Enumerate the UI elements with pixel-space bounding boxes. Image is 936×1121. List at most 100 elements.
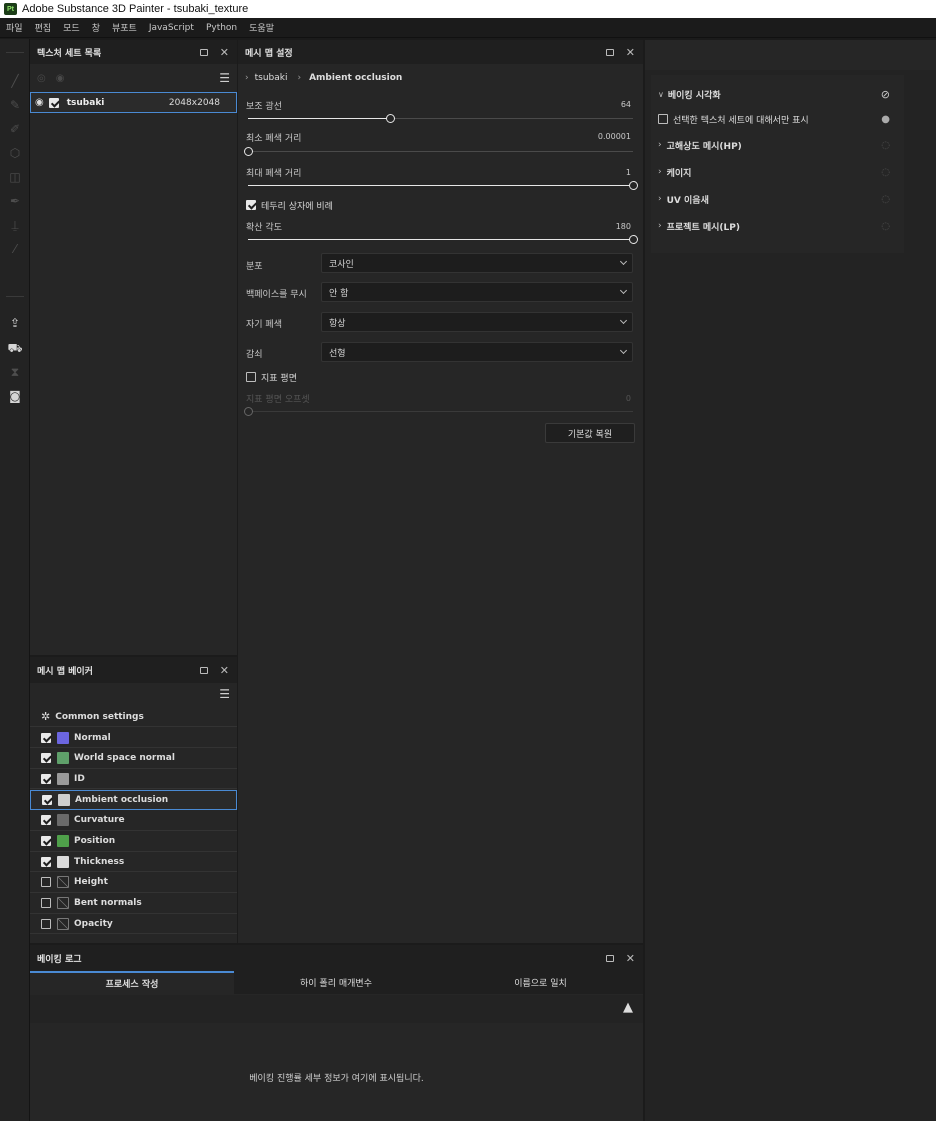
texture-set-checkbox[interactable] — [48, 97, 59, 108]
dock-icon[interactable] — [605, 954, 614, 962]
smudge-icon[interactable]: ✒ — [7, 193, 23, 209]
ground-plane-option[interactable]: 지표 평면 — [238, 367, 643, 387]
tab-high-poly[interactable]: 하이 폴리 매개변수 — [234, 971, 438, 994]
close-icon[interactable]: ✕ — [626, 46, 635, 59]
map-enable-checkbox[interactable] — [41, 918, 51, 929]
map-enable-checkbox[interactable] — [41, 773, 51, 784]
hourglass-icon[interactable]: ⧗ — [7, 364, 23, 380]
bake-icon[interactable]: ⛟ — [7, 340, 23, 356]
distribution-dropdown[interactable]: 코사인 — [321, 253, 633, 273]
chevron-down-icon: ∨ — [658, 89, 664, 99]
menu-mode[interactable]: 모드 — [63, 21, 80, 34]
map-enable-checkbox[interactable] — [41, 856, 51, 867]
visualization-title-row[interactable]: ∨ 베이킹 시각화 ⊘ — [658, 84, 894, 104]
only-selected-row[interactable]: 선택한 텍스처 세트에 대해서만 표시 ● — [658, 109, 894, 129]
visibility-icon[interactable]: ◌ — [881, 167, 890, 178]
reset-defaults-button[interactable]: 기본값 복원 — [545, 423, 635, 443]
eraser-icon[interactable]: ✎ — [7, 97, 23, 113]
ignore-backface-dropdown[interactable]: 안 함 — [321, 282, 633, 302]
visibility-icon[interactable]: ◌ — [881, 221, 890, 232]
export-icon[interactable]: ⇪ — [7, 315, 23, 331]
relative-to-bbox-option[interactable]: 테두리 상자에 비례 — [238, 195, 643, 215]
baker-map-row[interactable]: Normal — [30, 728, 237, 748]
warning-icon[interactable]: ▲ — [623, 1000, 633, 1015]
dock-icon[interactable] — [605, 48, 614, 56]
slider-handle[interactable] — [244, 147, 253, 156]
menu-viewport[interactable]: 뷰포트 — [112, 21, 137, 34]
secondary-rays-label: 보조 광선 — [246, 102, 282, 112]
baker-map-row[interactable]: Position — [30, 831, 237, 852]
menu-edit[interactable]: 편집 — [35, 21, 52, 34]
spread-angle-value[interactable]: 180 — [616, 222, 631, 231]
dock-icon[interactable] — [199, 666, 208, 674]
paint-brush-icon[interactable]: ╱ — [7, 73, 23, 89]
slider-handle[interactable] — [386, 114, 396, 123]
map-enable-checkbox[interactable] — [41, 836, 51, 846]
baker-map-row[interactable]: Curvature — [30, 810, 237, 831]
baker-map-row[interactable]: Bent normals — [30, 893, 237, 914]
close-icon[interactable]: ✕ — [626, 952, 635, 965]
baker-map-row[interactable]: World space normal — [30, 748, 237, 769]
common-settings-row[interactable]: ✲ Common settings — [30, 707, 237, 727]
secondary-rays-value[interactable]: 64 — [621, 100, 631, 109]
chevron-right-icon: › — [658, 140, 662, 150]
breadcrumb-texture-set[interactable]: tsubaki — [255, 73, 288, 83]
group-lp-mesh[interactable]: › 프로젝트 메시(LP) ◌ — [658, 216, 894, 236]
attenuation-dropdown[interactable]: 선형 — [321, 342, 633, 362]
menu-window[interactable]: 창 — [92, 21, 100, 34]
max-occluder-value[interactable]: 1 — [626, 168, 631, 177]
baker-map-row[interactable]: Ambient occlusion — [30, 790, 237, 811]
menu-help[interactable]: 도움말 — [249, 21, 274, 34]
info-icon[interactable]: ● — [881, 114, 890, 125]
eye-off-icon[interactable]: ⊘ — [881, 88, 890, 101]
map-enable-checkbox[interactable] — [41, 877, 51, 888]
visibility-icon[interactable]: ◌ — [881, 194, 890, 205]
geometry-mask-icon[interactable]: ⬡ — [7, 145, 23, 161]
ground-plane-checkbox[interactable] — [246, 372, 256, 382]
eye-icon[interactable]: ◉ — [35, 97, 44, 108]
baker-map-row[interactable]: Height — [30, 872, 237, 893]
dock-icon[interactable] — [199, 48, 208, 56]
map-name: Normal — [74, 732, 111, 743]
menu-file[interactable]: 파일 — [6, 21, 23, 34]
group-hp-mesh[interactable]: › 고해상도 메시(HP) ◌ — [658, 135, 894, 155]
left-toolbar: ╱ ✎ ✐ ⬡ ◫ ✒ ⍊ ⁄ ⇪ ⛟ ⧗ ◙ — [0, 39, 30, 1121]
self-occlusion-dropdown[interactable]: 항상 — [321, 312, 633, 332]
texture-set-item[interactable]: ◉ tsubaki 2048x2048 — [30, 92, 237, 113]
group-uv-seams[interactable]: › UV 이음새 ◌ — [658, 189, 894, 209]
map-enable-checkbox[interactable] — [41, 815, 51, 826]
close-icon[interactable]: ✕ — [220, 46, 229, 59]
max-occluder-slider[interactable] — [248, 181, 638, 190]
group-cage[interactable]: › 케이지 ◌ — [658, 162, 894, 182]
visibility-icon[interactable]: ◌ — [881, 140, 890, 151]
color-picker-icon[interactable]: ⁄ — [7, 241, 23, 257]
tab-process[interactable]: 프로세스 작성 — [30, 971, 234, 994]
baker-map-row[interactable]: ID — [30, 769, 237, 790]
baker-map-row[interactable]: Opacity — [30, 914, 237, 935]
map-enable-checkbox[interactable] — [41, 732, 51, 743]
projection-icon[interactable]: ✐ — [7, 121, 23, 137]
clone-stamp-icon[interactable]: ⍊ — [7, 217, 23, 233]
slider-handle[interactable] — [629, 181, 638, 190]
min-occluder-value[interactable]: 0.00001 — [598, 132, 631, 141]
baker-map-row[interactable]: Thickness — [30, 852, 237, 873]
only-selected-checkbox[interactable] — [658, 114, 668, 124]
tab-match-by-name[interactable]: 이름으로 일치 — [438, 971, 643, 994]
hide-icon[interactable]: ◎ — [37, 73, 46, 84]
polygon-fill-icon[interactable]: ◫ — [7, 169, 23, 185]
camera-icon[interactable]: ◙ — [7, 388, 23, 404]
filter-menu-icon[interactable]: ☰ — [219, 71, 230, 85]
eye-icon[interactable]: ◉ — [56, 73, 65, 84]
spread-angle-slider[interactable] — [248, 235, 638, 244]
menu-python[interactable]: Python — [206, 23, 237, 33]
slider-handle[interactable] — [629, 235, 638, 244]
map-enable-checkbox[interactable] — [41, 898, 51, 909]
map-enable-checkbox[interactable] — [42, 795, 52, 806]
close-icon[interactable]: ✕ — [220, 664, 229, 677]
menu-javascript[interactable]: JavaScript — [149, 23, 194, 33]
relative-to-bbox-checkbox[interactable] — [246, 200, 256, 210]
map-enable-checkbox[interactable] — [41, 753, 51, 764]
min-occluder-slider[interactable] — [244, 147, 633, 156]
filter-menu-icon[interactable]: ☰ — [219, 687, 230, 701]
secondary-rays-slider[interactable] — [248, 114, 633, 123]
